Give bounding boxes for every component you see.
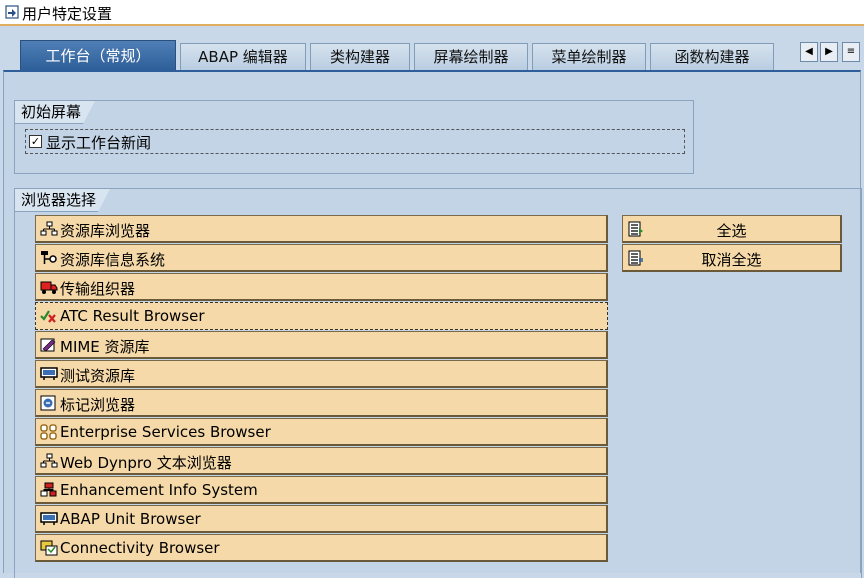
browser-label: 传输组织器 xyxy=(60,280,136,298)
scroll-left-icon[interactable]: ◀ xyxy=(800,42,818,62)
hierarchy-icon xyxy=(40,221,58,236)
browser-enhancement-info[interactable]: Enhancement Info System xyxy=(35,476,608,504)
browser-label: Web Dynpro 文本浏览器 xyxy=(60,454,232,472)
browser-label: Connectivity Browser xyxy=(60,539,220,557)
news-checkbox-label: 显示工作台新闻 xyxy=(46,134,152,152)
mime-edit-icon xyxy=(40,338,56,352)
browser-enterprise-services[interactable]: Enterprise Services Browser xyxy=(35,418,608,446)
tab-workbench-general[interactable]: 工作台（常规） xyxy=(20,40,176,70)
enhancement-icon xyxy=(40,482,57,497)
browser-web-dynpro-text[interactable]: Web Dynpro 文本浏览器 xyxy=(35,447,608,475)
services-grid-icon xyxy=(40,424,57,440)
browser-selection-group: 浏览器选择 资源库浏览器 资源库信息系统 传输组织器 ATC Result Br… xyxy=(14,188,862,578)
browser-label: Enterprise Services Browser xyxy=(60,423,271,441)
browser-label: 标记浏览器 xyxy=(60,396,136,414)
connectivity-icon xyxy=(40,540,58,556)
browser-label: 资源库信息系统 xyxy=(60,251,166,269)
browser-test-repository[interactable]: 测试资源库 xyxy=(35,360,608,388)
unit-test-icon xyxy=(40,512,58,525)
select-all-button[interactable]: 全选 xyxy=(622,215,842,243)
test-repository-icon xyxy=(40,367,58,380)
browser-label: ABAP Unit Browser xyxy=(60,510,201,528)
browser-label: ATC Result Browser xyxy=(60,307,205,325)
initial-screen-title: 初始屏幕 xyxy=(15,101,95,124)
browser-connectivity[interactable]: Connectivity Browser xyxy=(35,534,608,562)
tab-menu-painter[interactable]: 菜单绘制器 xyxy=(532,43,646,70)
browser-abap-unit[interactable]: ABAP Unit Browser xyxy=(35,505,608,533)
browser-label: 测试资源库 xyxy=(60,367,136,385)
browser-label: MIME 资源库 xyxy=(60,338,150,356)
initial-screen-group: 初始屏幕 ✓ 显示工作台新闻 xyxy=(14,100,694,174)
tab-class-builder[interactable]: 类构建器 xyxy=(310,43,410,70)
tab-content: 初始屏幕 ✓ 显示工作台新闻 浏览器选择 资源库浏览器 资源库信息系统 传输组织… xyxy=(3,70,862,578)
browser-atc-result[interactable]: ATC Result Browser xyxy=(35,302,608,330)
scroll-right-icon[interactable]: ▶ xyxy=(820,42,838,62)
bookmark-icon xyxy=(40,395,56,411)
browser-transport-organizer[interactable]: 传输组织器 xyxy=(35,273,608,301)
tab-strip: 工作台（常规） ABAP 编辑器 类构建器 屏幕绘制器 菜单绘制器 函数构建器 … xyxy=(0,40,864,70)
tab-screen-painter[interactable]: 屏幕绘制器 xyxy=(414,43,528,70)
browser-repository-browser[interactable]: 资源库浏览器 xyxy=(35,215,608,243)
title-bar: 用户特定设置 xyxy=(0,0,864,26)
browser-label: Enhancement Info System xyxy=(60,481,258,499)
window-title: 用户特定设置 xyxy=(22,5,113,23)
news-checkbox[interactable]: ✓ xyxy=(29,135,42,148)
select-all-label: 全选 xyxy=(716,222,747,240)
tab-abap-editor[interactable]: ABAP 编辑器 xyxy=(180,43,306,70)
deselect-all-label: 取消全选 xyxy=(701,251,762,269)
settings-window-icon xyxy=(5,5,19,19)
tab-function-builder[interactable]: 函数构建器 xyxy=(650,43,774,70)
browser-selection-title: 浏览器选择 xyxy=(15,189,110,212)
truck-icon xyxy=(40,281,58,294)
info-system-icon xyxy=(41,251,57,264)
browser-bookmark-browser[interactable]: 标记浏览器 xyxy=(35,389,608,417)
news-checkbox-row[interactable]: ✓ 显示工作台新闻 xyxy=(25,129,685,154)
tab-list-icon[interactable]: ≡ xyxy=(842,42,860,62)
browser-repository-info-system[interactable]: 资源库信息系统 xyxy=(35,244,608,272)
atc-check-icon xyxy=(40,310,56,323)
hierarchy-icon xyxy=(40,453,58,468)
browser-label: 资源库浏览器 xyxy=(60,222,151,240)
browser-mime-repository[interactable]: MIME 资源库 xyxy=(35,331,608,359)
deselect-all-button[interactable]: 取消全选 xyxy=(622,244,842,272)
